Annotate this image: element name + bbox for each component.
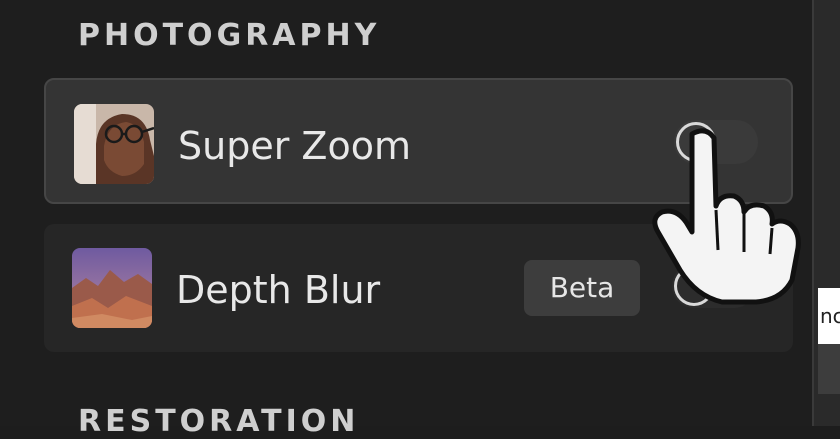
portrait-thumbnail-icon [74, 104, 154, 184]
adjacent-panel-text: nc [820, 304, 840, 328]
filter-label: Super Zoom [178, 124, 411, 168]
filter-row-super-zoom[interactable]: Super Zoom [44, 78, 793, 204]
section-heading-restoration: RESTORATION [78, 404, 360, 439]
filter-row-depth-blur[interactable]: Depth Blur Beta [44, 224, 793, 352]
adjacent-panel-edge: nc [812, 0, 840, 426]
section-heading-photography: PHOTOGRAPHY [78, 18, 381, 53]
landscape-thumbnail-icon [72, 248, 152, 328]
beta-badge: Beta [524, 260, 640, 316]
depth-blur-toggle[interactable] [672, 264, 756, 308]
super-zoom-toggle[interactable] [674, 120, 758, 164]
toggle-knob [674, 266, 714, 306]
filter-label: Depth Blur [176, 268, 381, 312]
neural-filters-panel: PHOTOGRAPHY Super Zoom Depth Blur Beta R… [0, 0, 812, 439]
adjacent-panel-bar [818, 344, 840, 394]
toggle-knob [676, 122, 716, 162]
